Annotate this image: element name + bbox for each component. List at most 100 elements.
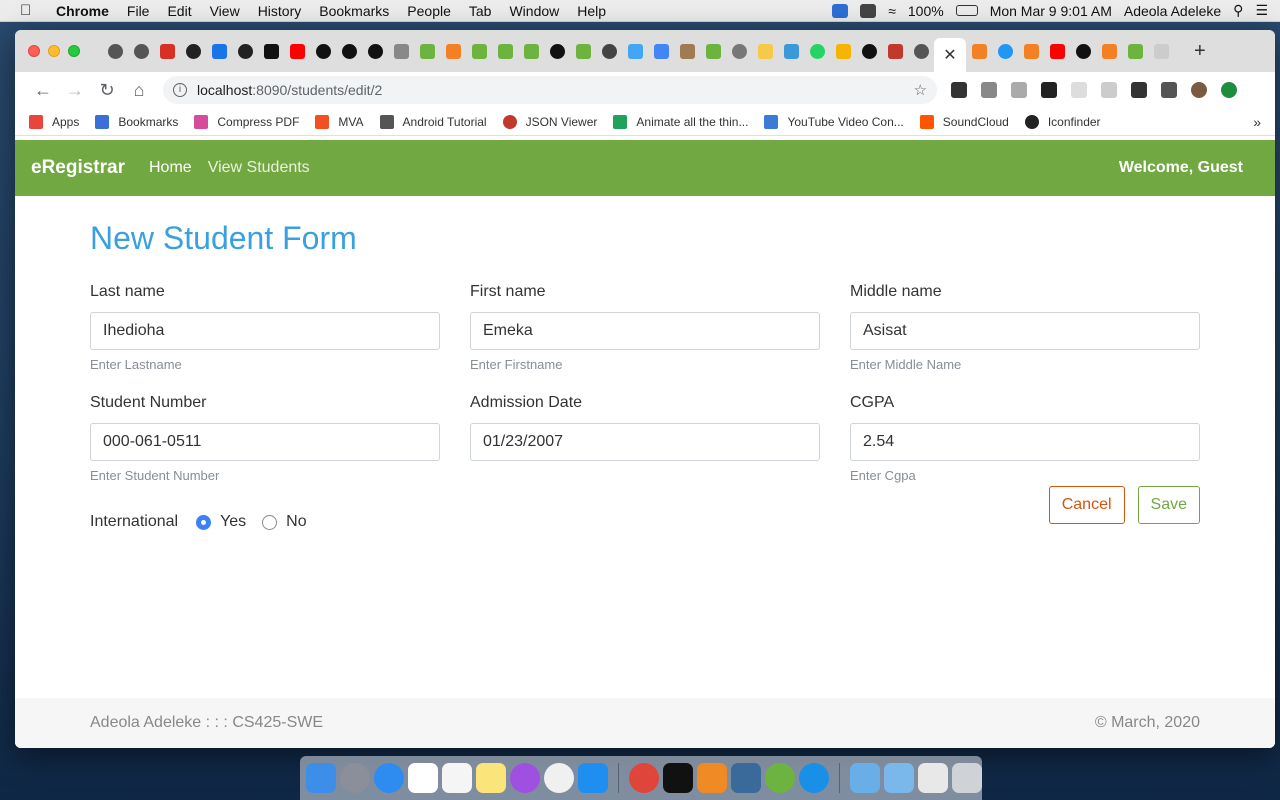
close-window-button[interactable]: [28, 45, 40, 57]
address-bar[interactable]: i localhost:8090/students/edit/2 ☆: [163, 76, 937, 104]
bookmark-mva[interactable]: MVA: [315, 114, 364, 129]
wifi-icon[interactable]: ≈: [888, 3, 896, 19]
bookmark-animate[interactable]: Animate all the thin...: [613, 114, 748, 129]
tab[interactable]: [856, 36, 882, 66]
teamviewer-status-icon[interactable]: [832, 3, 849, 18]
tab[interactable]: [284, 36, 310, 66]
extension-icon[interactable]: [951, 82, 967, 98]
menubar-clock[interactable]: Mon Mar 9 9:01 AM: [990, 3, 1112, 19]
tab[interactable]: [966, 36, 992, 66]
site-info-icon[interactable]: i: [173, 83, 187, 97]
podcasts-icon[interactable]: [510, 763, 540, 793]
menu-people[interactable]: People: [407, 3, 451, 19]
tab[interactable]: [804, 36, 830, 66]
international-yes-label[interactable]: Yes: [220, 513, 246, 531]
downloads-stack-icon[interactable]: [918, 763, 948, 793]
back-button[interactable]: ←: [27, 76, 59, 104]
update-icon[interactable]: [1221, 82, 1237, 98]
json-extension-icon[interactable]: [1041, 82, 1057, 98]
nav-home[interactable]: Home: [149, 159, 192, 177]
bookmark-apps[interactable]: Apps: [29, 114, 79, 129]
tab[interactable]: [1148, 36, 1174, 66]
spring-tool-suite-icon[interactable]: [765, 763, 795, 793]
tab[interactable]: [596, 36, 622, 66]
news-icon[interactable]: [544, 763, 574, 793]
menu-view[interactable]: View: [210, 3, 240, 19]
international-no-radio[interactable]: [262, 514, 278, 530]
menu-history[interactable]: History: [258, 3, 302, 19]
menu-edit[interactable]: Edit: [167, 3, 191, 19]
tab[interactable]: [466, 36, 492, 66]
international-yes-option[interactable]: Yes: [196, 513, 246, 531]
extension-icon[interactable]: [981, 82, 997, 98]
finder-icon[interactable]: [306, 763, 336, 793]
tab[interactable]: [1044, 36, 1070, 66]
app-store-icon[interactable]: [578, 763, 608, 793]
tab[interactable]: [180, 36, 206, 66]
safari-icon[interactable]: [374, 763, 404, 793]
documents-folder-icon[interactable]: [884, 763, 914, 793]
admission-date-input[interactable]: 01/23/2007: [470, 423, 820, 461]
bookmark-android-tutorial[interactable]: Android Tutorial: [379, 114, 487, 129]
tab[interactable]: [310, 36, 336, 66]
tab[interactable]: [726, 36, 752, 66]
tab[interactable]: [388, 36, 414, 66]
notes-icon[interactable]: [476, 763, 506, 793]
menubar-user[interactable]: Adeola Adeleke: [1124, 3, 1221, 19]
notification-center-icon[interactable]: ☰: [1255, 2, 1268, 19]
cgpa-input[interactable]: 2.54: [850, 423, 1200, 461]
bookmark-json-viewer[interactable]: JSON Viewer: [502, 114, 597, 129]
mysql-workbench-icon[interactable]: [731, 763, 761, 793]
tab[interactable]: [518, 36, 544, 66]
terminal-icon[interactable]: [663, 763, 693, 793]
applications-folder-icon[interactable]: [850, 763, 880, 793]
tab[interactable]: [154, 36, 180, 66]
bookmark-soundcloud[interactable]: SoundCloud: [919, 114, 1009, 129]
international-yes-radio[interactable]: [196, 514, 212, 530]
apple-menu-icon[interactable]: : [20, 2, 38, 19]
tab[interactable]: [544, 36, 570, 66]
tab[interactable]: [440, 36, 466, 66]
save-button[interactable]: Save: [1137, 486, 1200, 524]
tab[interactable]: [336, 36, 362, 66]
menu-help[interactable]: Help: [577, 3, 606, 19]
nav-view-students[interactable]: View Students: [208, 159, 310, 177]
media-controls-icon[interactable]: [1161, 82, 1177, 98]
middle-name-input[interactable]: Asisat: [850, 312, 1200, 350]
tab[interactable]: [1070, 36, 1096, 66]
reminders-icon[interactable]: [442, 763, 472, 793]
extension-icon[interactable]: [1101, 82, 1117, 98]
tab[interactable]: [232, 36, 258, 66]
menubar-app-name[interactable]: Chrome: [56, 3, 109, 19]
international-no-label[interactable]: No: [286, 513, 306, 531]
tab[interactable]: [778, 36, 804, 66]
cancel-button[interactable]: Cancel: [1048, 486, 1125, 524]
tab[interactable]: [1096, 36, 1122, 66]
battery-percent[interactable]: 100%: [908, 3, 944, 19]
extension-icon[interactable]: [1011, 82, 1027, 98]
tab[interactable]: [492, 36, 518, 66]
menu-tab[interactable]: Tab: [469, 3, 492, 19]
extension-icon[interactable]: [1071, 82, 1087, 98]
spotlight-search-icon[interactable]: ⚲: [1233, 2, 1243, 19]
profile-avatar[interactable]: [1191, 82, 1207, 98]
bookmark-iconfinder[interactable]: Iconfinder: [1024, 114, 1101, 129]
first-name-input[interactable]: Emeka: [470, 312, 820, 350]
international-no-option[interactable]: No: [262, 513, 307, 531]
reload-button[interactable]: ↻: [91, 76, 123, 104]
tab[interactable]: [992, 36, 1018, 66]
tab[interactable]: [258, 36, 284, 66]
chrome-icon[interactable]: [629, 763, 659, 793]
minimize-window-button[interactable]: [48, 45, 60, 57]
bluetooth-status-icon[interactable]: [860, 3, 877, 18]
sublime-text-icon[interactable]: [697, 763, 727, 793]
tab[interactable]: [362, 36, 388, 66]
site-brand[interactable]: eRegistrar: [31, 157, 125, 179]
close-tab-icon[interactable]: ✕: [943, 45, 956, 65]
tab-active[interactable]: ✕: [934, 38, 966, 72]
bookmark-star-icon[interactable]: ☆: [914, 81, 927, 99]
student-number-input[interactable]: 000-061-0511: [90, 423, 440, 461]
last-name-input[interactable]: Ihedioha: [90, 312, 440, 350]
tab[interactable]: [648, 36, 674, 66]
home-button[interactable]: ⌂: [123, 76, 155, 104]
